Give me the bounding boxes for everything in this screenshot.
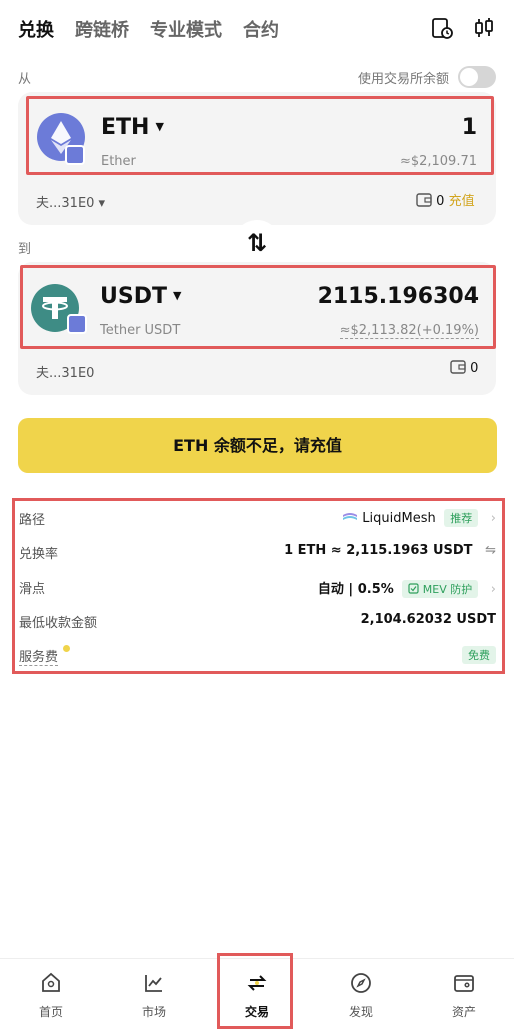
nav-assets[interactable]: 资产: [424, 959, 504, 1031]
compass-icon: [351, 973, 371, 993]
liquidmesh-logo-icon: [342, 513, 357, 520]
route-value: LiquidMesh: [362, 511, 436, 526]
caret-down-icon: ▼: [155, 120, 164, 133]
chevron-right-icon: ›: [490, 582, 496, 597]
nav-home[interactable]: 首页: [11, 959, 91, 1031]
from-usd-value: ≈$2,109.71: [399, 154, 477, 169]
min-received-value: 2,104.62032 USDT: [360, 612, 496, 627]
to-token-name: Tether USDT: [100, 323, 181, 338]
recharge-link[interactable]: 充值: [449, 194, 475, 209]
tab-contract[interactable]: 合约: [243, 16, 279, 42]
eth-chain-badge-icon: [65, 145, 85, 165]
sliders-icon[interactable]: [472, 16, 496, 40]
from-label: 从: [18, 72, 32, 87]
to-usd-value: ≈$2,113.82(+0.19%): [339, 323, 479, 339]
wallet-icon: [416, 193, 432, 207]
recommended-badge: 推荐: [444, 509, 479, 527]
rate-row: 兑换率 1 ETH ≈ 2,115.1963 USDT ⇋: [19, 539, 496, 567]
to-amount: 2115.196304: [317, 284, 479, 309]
tab-bridge[interactable]: 跨链桥: [75, 16, 129, 42]
from-wallet-address[interactable]: 夫...31E0 ▾: [36, 192, 105, 211]
to-token-card[interactable]: USDT ▼ Tether USDT 2115.196304 ≈$2,113.82…: [20, 265, 496, 349]
to-wallet-address[interactable]: 夫...31E0: [36, 362, 94, 381]
from-amount[interactable]: 1: [462, 115, 477, 140]
use-balance-toggle[interactable]: [458, 66, 496, 88]
min-received-row: 最低收款金额 2,104.62032 USDT: [19, 608, 496, 636]
eth-chain-badge-icon: [67, 314, 87, 334]
to-label: 到: [18, 242, 32, 257]
slippage-value: 自动 | 0.5%: [317, 582, 394, 597]
mev-protection-badge: MEV 防护: [402, 580, 479, 598]
chart-trend-icon: [145, 975, 162, 992]
tab-swap[interactable]: 兑换: [18, 16, 54, 42]
top-nav: 兑换 跨链桥 专业模式 合约: [0, 0, 514, 58]
to-balance: 0: [450, 360, 478, 376]
use-balance-label: 使用交易所余额: [358, 72, 450, 87]
swap-direction-button[interactable]: ⇅: [233, 220, 281, 268]
notice-dot: [63, 645, 70, 652]
slippage-label: 滑点: [19, 582, 46, 597]
home-icon: [42, 972, 60, 992]
nav-discover[interactable]: 发现: [321, 959, 401, 1031]
route-row[interactable]: 路径 LiquidMesh 推荐 ›: [19, 505, 496, 533]
slippage-row[interactable]: 滑点 自动 | 0.5% MEV 防护 ›: [19, 574, 496, 602]
to-token-symbol[interactable]: USDT ▼: [100, 284, 181, 309]
wallet-icon: [454, 975, 474, 992]
caret-down-icon: ▼: [172, 289, 182, 302]
rate-value: 1 ETH ≈ 2,115.1963 USDT: [284, 543, 473, 558]
bottom-nav: 首页 市场 交易 发现 资产: [0, 953, 514, 1036]
tab-pro-mode[interactable]: 专业模式: [150, 16, 222, 42]
rate-label: 兑换率: [19, 547, 59, 562]
active-tab-highlight: [217, 953, 293, 1029]
from-balance: 0 充值: [416, 190, 475, 209]
swap-details: 路径 LiquidMesh 推荐 › 兑换率 1 ETH ≈ 2,115.196…: [12, 498, 505, 674]
shield-check-icon: [408, 583, 419, 594]
fee-row: 服务费 免费: [19, 642, 496, 670]
from-token-symbol[interactable]: ETH ▼: [101, 115, 164, 140]
history-clock-icon[interactable]: [430, 16, 454, 40]
from-token-name: Ether: [101, 154, 136, 169]
route-label: 路径: [19, 513, 46, 528]
wallet-icon: [450, 360, 466, 374]
free-badge: 免费: [462, 646, 496, 664]
min-received-label: 最低收款金额: [19, 616, 98, 631]
nav-market[interactable]: 市场: [114, 959, 194, 1031]
deposit-cta-button[interactable]: ETH 余额不足，请充值: [18, 418, 497, 473]
from-token-card[interactable]: ETH ▼ Ether 1 ≈$2,109.71: [26, 96, 494, 175]
fee-label[interactable]: 服务费: [19, 646, 59, 666]
chevron-right-icon: ›: [490, 511, 496, 526]
switch-rate-icon[interactable]: ⇋: [485, 543, 496, 558]
